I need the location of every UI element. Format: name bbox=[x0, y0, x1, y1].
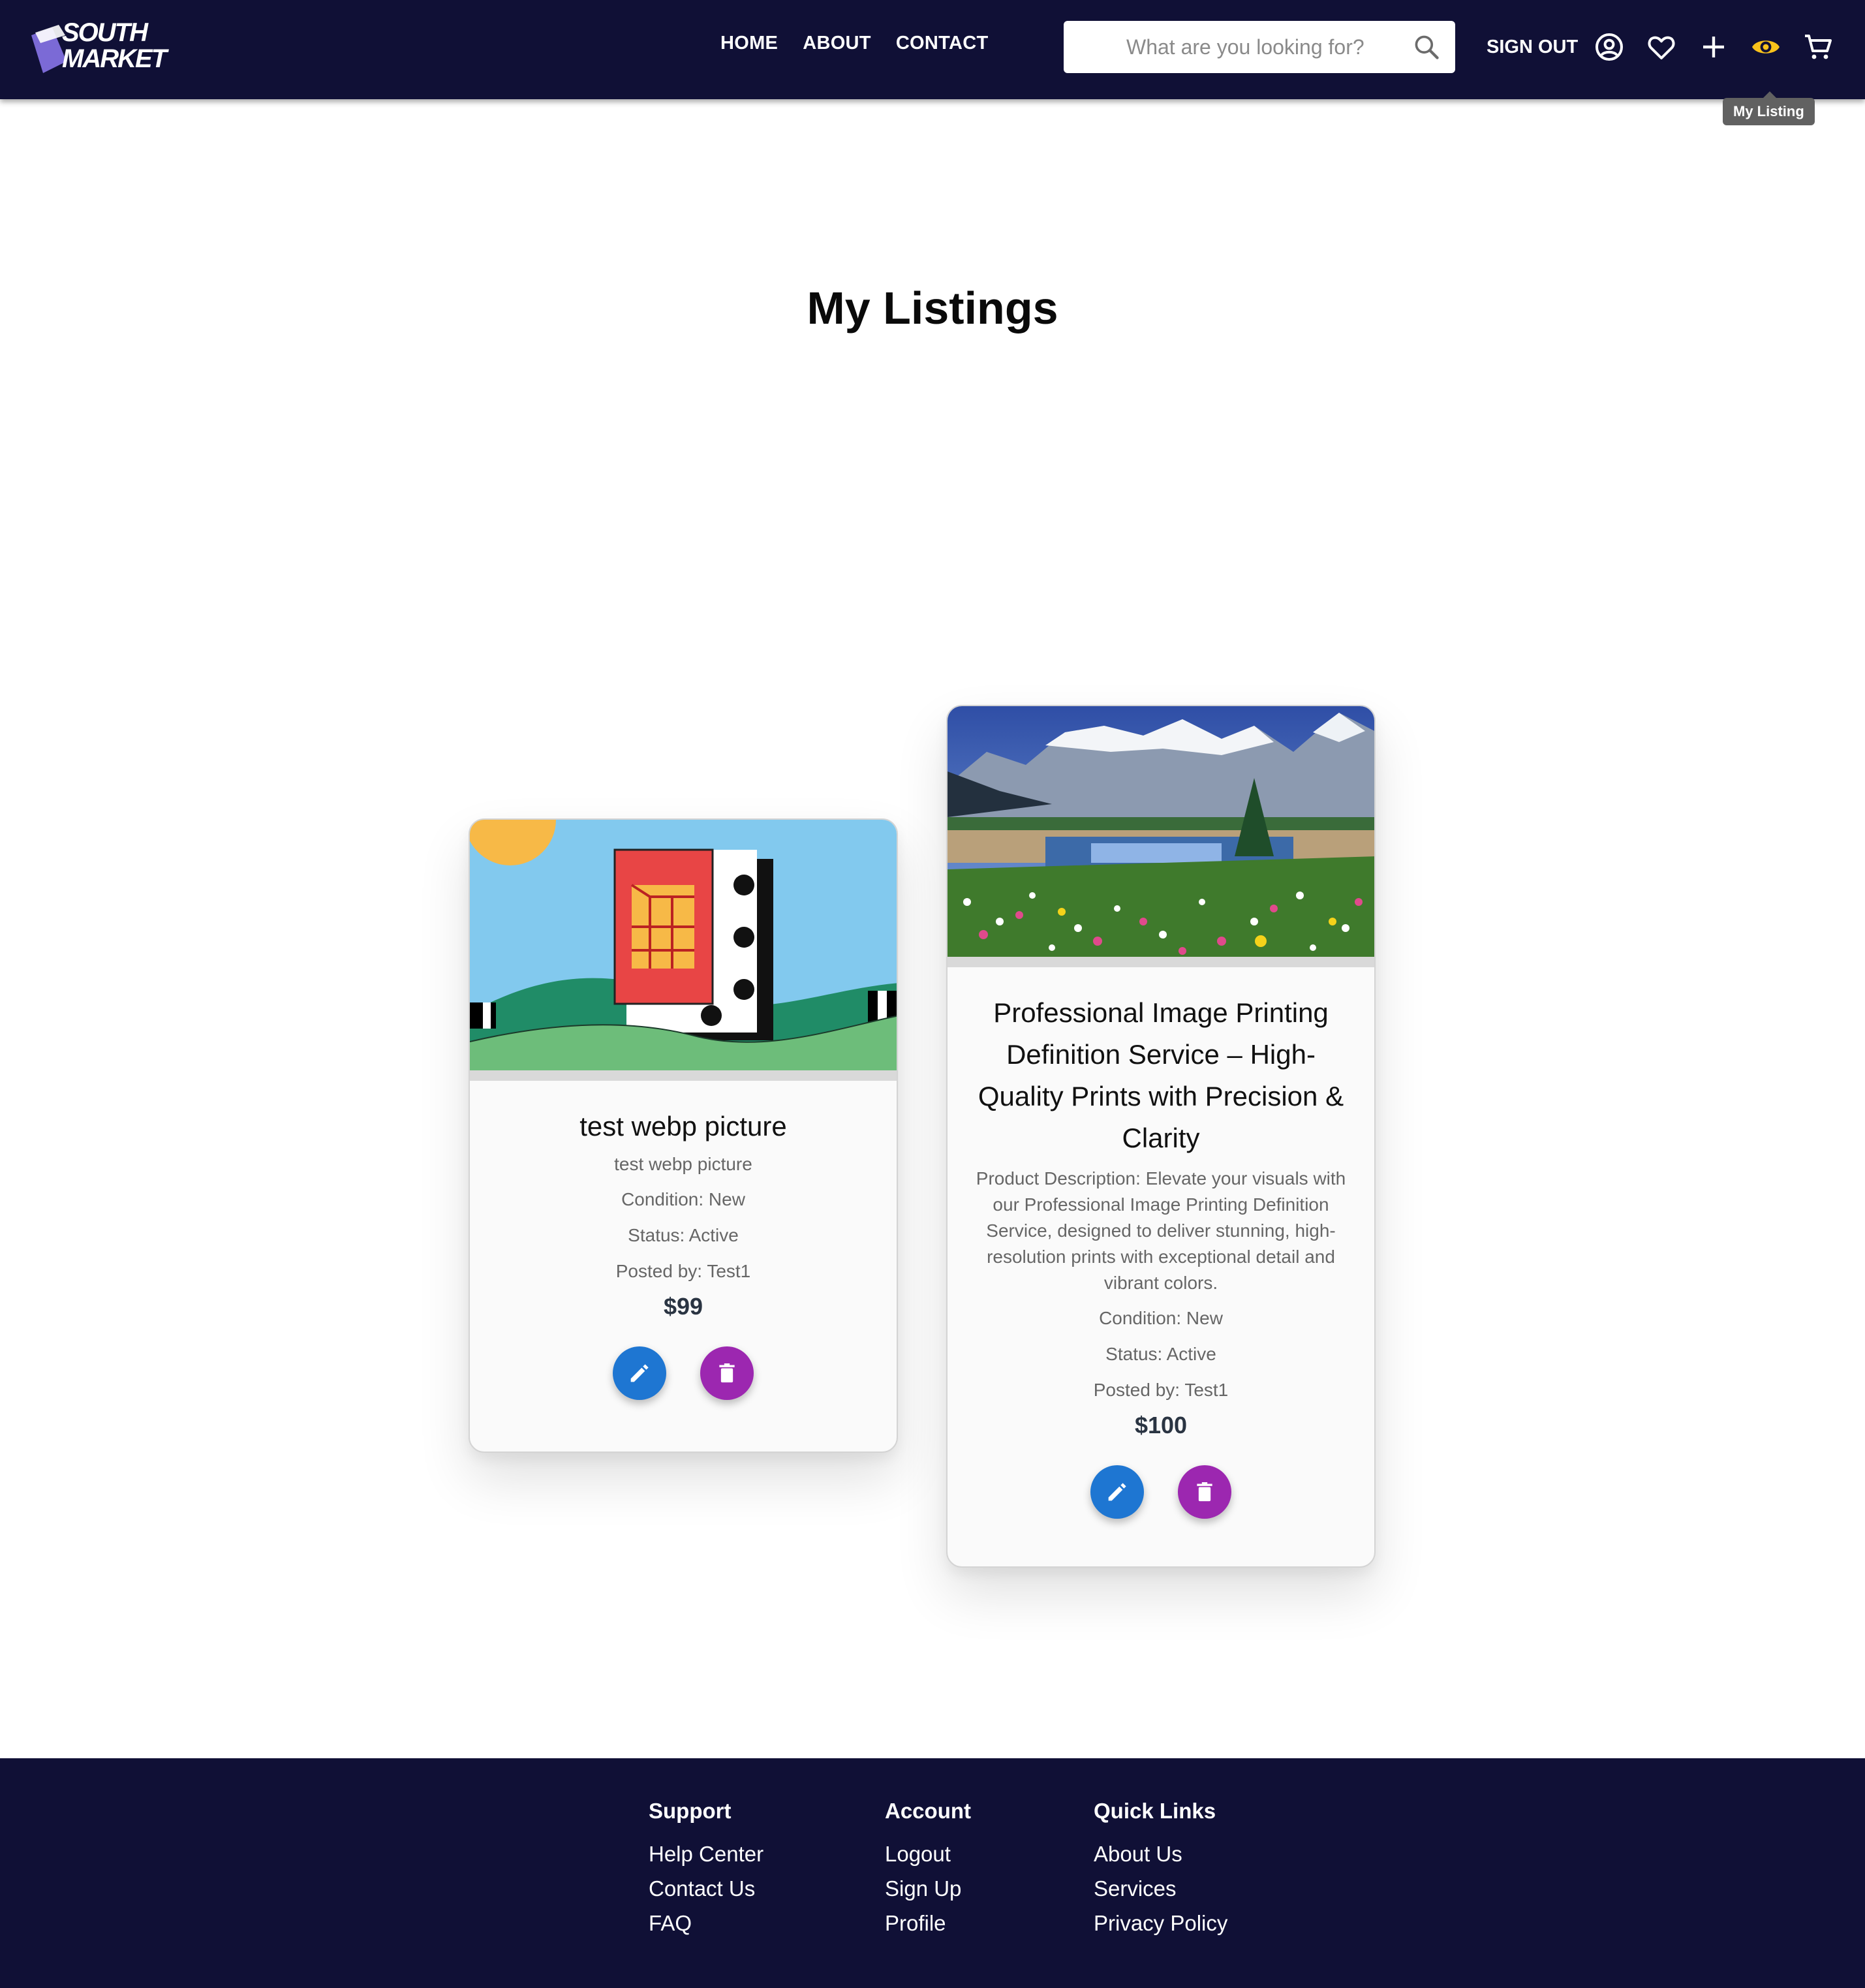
footer-link-privacy-policy[interactable]: Privacy Policy bbox=[1094, 1906, 1227, 1940]
footer-account-column: Account Logout Sign Up Profile bbox=[885, 1799, 971, 1940]
listing-title: Professional Image Printing Definition S… bbox=[978, 997, 1344, 1153]
footer-link-faq[interactable]: FAQ bbox=[649, 1906, 763, 1940]
trash-icon bbox=[1197, 1482, 1212, 1502]
listing-card[interactable]: Professional Image Printing Definition S… bbox=[946, 705, 1376, 1568]
footer-link-profile[interactable]: Profile bbox=[885, 1906, 971, 1940]
listing-body: test webp picture test webp picture Cond… bbox=[470, 1081, 897, 1400]
nav-contact[interactable]: CONTACT bbox=[896, 33, 989, 54]
top-navbar: SOUTH MARKET HOME ABOUT CONTACT SIGN OUT bbox=[0, 0, 1865, 99]
footer-heading-account: Account bbox=[885, 1799, 971, 1823]
listing-status: Status: Active bbox=[1105, 1344, 1216, 1364]
listing-card[interactable]: test webp picture test webp picture Cond… bbox=[469, 818, 898, 1453]
listing-image[interactable] bbox=[948, 706, 1374, 957]
pencil-icon bbox=[1108, 1483, 1126, 1501]
delete-listing-button[interactable] bbox=[1178, 1465, 1231, 1519]
footer-quick-links-column: Quick Links About Us Services Privacy Po… bbox=[1094, 1799, 1227, 1940]
account-icon[interactable] bbox=[1594, 31, 1625, 63]
image-divider bbox=[948, 957, 1374, 967]
south-market-logo[interactable]: SOUTH MARKET bbox=[26, 16, 167, 81]
footer-link-sign-up[interactable]: Sign Up bbox=[885, 1871, 971, 1906]
listing-title: test webp picture bbox=[579, 1111, 787, 1142]
search-icon[interactable] bbox=[1412, 33, 1441, 61]
footer-link-logout[interactable]: Logout bbox=[885, 1837, 971, 1871]
delete-listing-button[interactable] bbox=[700, 1346, 754, 1400]
listing-condition: Condition: New bbox=[1099, 1308, 1223, 1328]
search-input[interactable] bbox=[1064, 21, 1403, 73]
image-divider bbox=[470, 1070, 897, 1081]
listing-description: test webp picture bbox=[614, 1154, 752, 1174]
nav-about[interactable]: ABOUT bbox=[803, 33, 871, 54]
footer-link-help-center[interactable]: Help Center bbox=[649, 1837, 763, 1871]
listing-body: Professional Image Printing Definition S… bbox=[948, 967, 1374, 1519]
listing-price: $100 bbox=[1134, 1412, 1188, 1438]
listing-posted-by: Posted by: Test1 bbox=[615, 1261, 751, 1281]
sign-out-button[interactable]: SIGN OUT bbox=[1487, 37, 1578, 58]
edit-listing-button[interactable] bbox=[1090, 1465, 1144, 1519]
favorites-heart-icon[interactable] bbox=[1646, 31, 1677, 63]
listing-status: Status: Active bbox=[628, 1225, 739, 1245]
site-footer: Support Help Center Contact Us FAQ Accou… bbox=[0, 1758, 1865, 1988]
footer-link-about-us[interactable]: About Us bbox=[1094, 1837, 1227, 1871]
page-title: My Listings bbox=[807, 283, 1058, 334]
listing-image[interactable] bbox=[470, 820, 897, 1070]
logo-text: SOUTH MARKET bbox=[62, 18, 167, 73]
footer-link-contact-us[interactable]: Contact Us bbox=[649, 1871, 763, 1906]
footer-heading-support: Support bbox=[649, 1799, 732, 1823]
footer-link-services[interactable]: Services bbox=[1094, 1871, 1227, 1906]
trash-icon bbox=[719, 1363, 735, 1383]
listing-description: Product Description: Elevate your visual… bbox=[976, 1168, 1346, 1293]
footer-heading-quick-links: Quick Links bbox=[1094, 1799, 1216, 1823]
add-listing-plus-icon[interactable] bbox=[1698, 31, 1729, 63]
search-box bbox=[1064, 21, 1455, 73]
listing-posted-by: Posted by: Test1 bbox=[1093, 1380, 1229, 1400]
my-listing-tooltip: My Listing bbox=[1723, 91, 1815, 125]
my-listing-eye-icon[interactable] bbox=[1750, 31, 1781, 63]
cart-icon[interactable] bbox=[1802, 31, 1834, 63]
footer-support-column: Support Help Center Contact Us FAQ bbox=[649, 1799, 763, 1940]
listing-price: $99 bbox=[663, 1293, 703, 1320]
main-nav: HOME ABOUT CONTACT bbox=[720, 33, 989, 54]
nav-home[interactable]: HOME bbox=[720, 33, 778, 54]
edit-listing-button[interactable] bbox=[613, 1346, 666, 1400]
listing-condition: Condition: New bbox=[621, 1189, 745, 1209]
pencil-icon bbox=[630, 1364, 649, 1382]
